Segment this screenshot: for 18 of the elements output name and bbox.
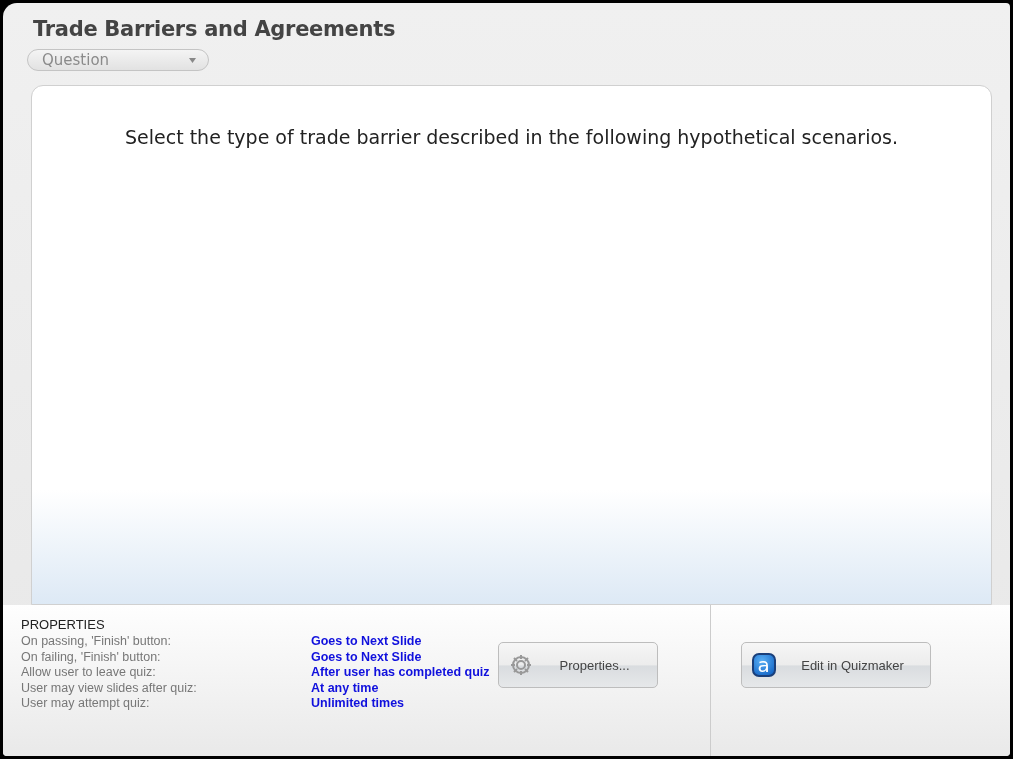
edit-in-quizmaker-button[interactable]: a Edit in Quizmaker xyxy=(740,642,931,688)
properties-heading: PROPERTIES xyxy=(21,617,106,632)
property-label: On failing, 'Finish' button: xyxy=(21,649,162,665)
property-value: Goes to Next Slide xyxy=(311,634,423,650)
property-value: Goes to Next Slide xyxy=(311,649,423,665)
caret-icon xyxy=(189,57,196,63)
property-value: Unlimited times xyxy=(311,696,406,712)
app-logo-icon: a xyxy=(751,653,776,677)
properties-button[interactable]: Properties... xyxy=(497,642,658,688)
property-label: On passing, 'Finish' button: xyxy=(21,634,172,650)
property-value: After user has completed quiz xyxy=(311,665,490,681)
quiz-title: Trade Barriers and Agreements xyxy=(33,17,397,41)
property-label: User may view slides after quiz: xyxy=(21,680,198,696)
instruction-text: Select the type of trade barrier described in the following hypothetical scenarios. xyxy=(125,126,898,150)
property-value: At any time xyxy=(311,680,380,696)
property-label: Allow user to leave quiz: xyxy=(21,665,157,681)
property-label: User may attempt quiz: xyxy=(21,696,151,712)
gear-icon xyxy=(508,653,533,677)
